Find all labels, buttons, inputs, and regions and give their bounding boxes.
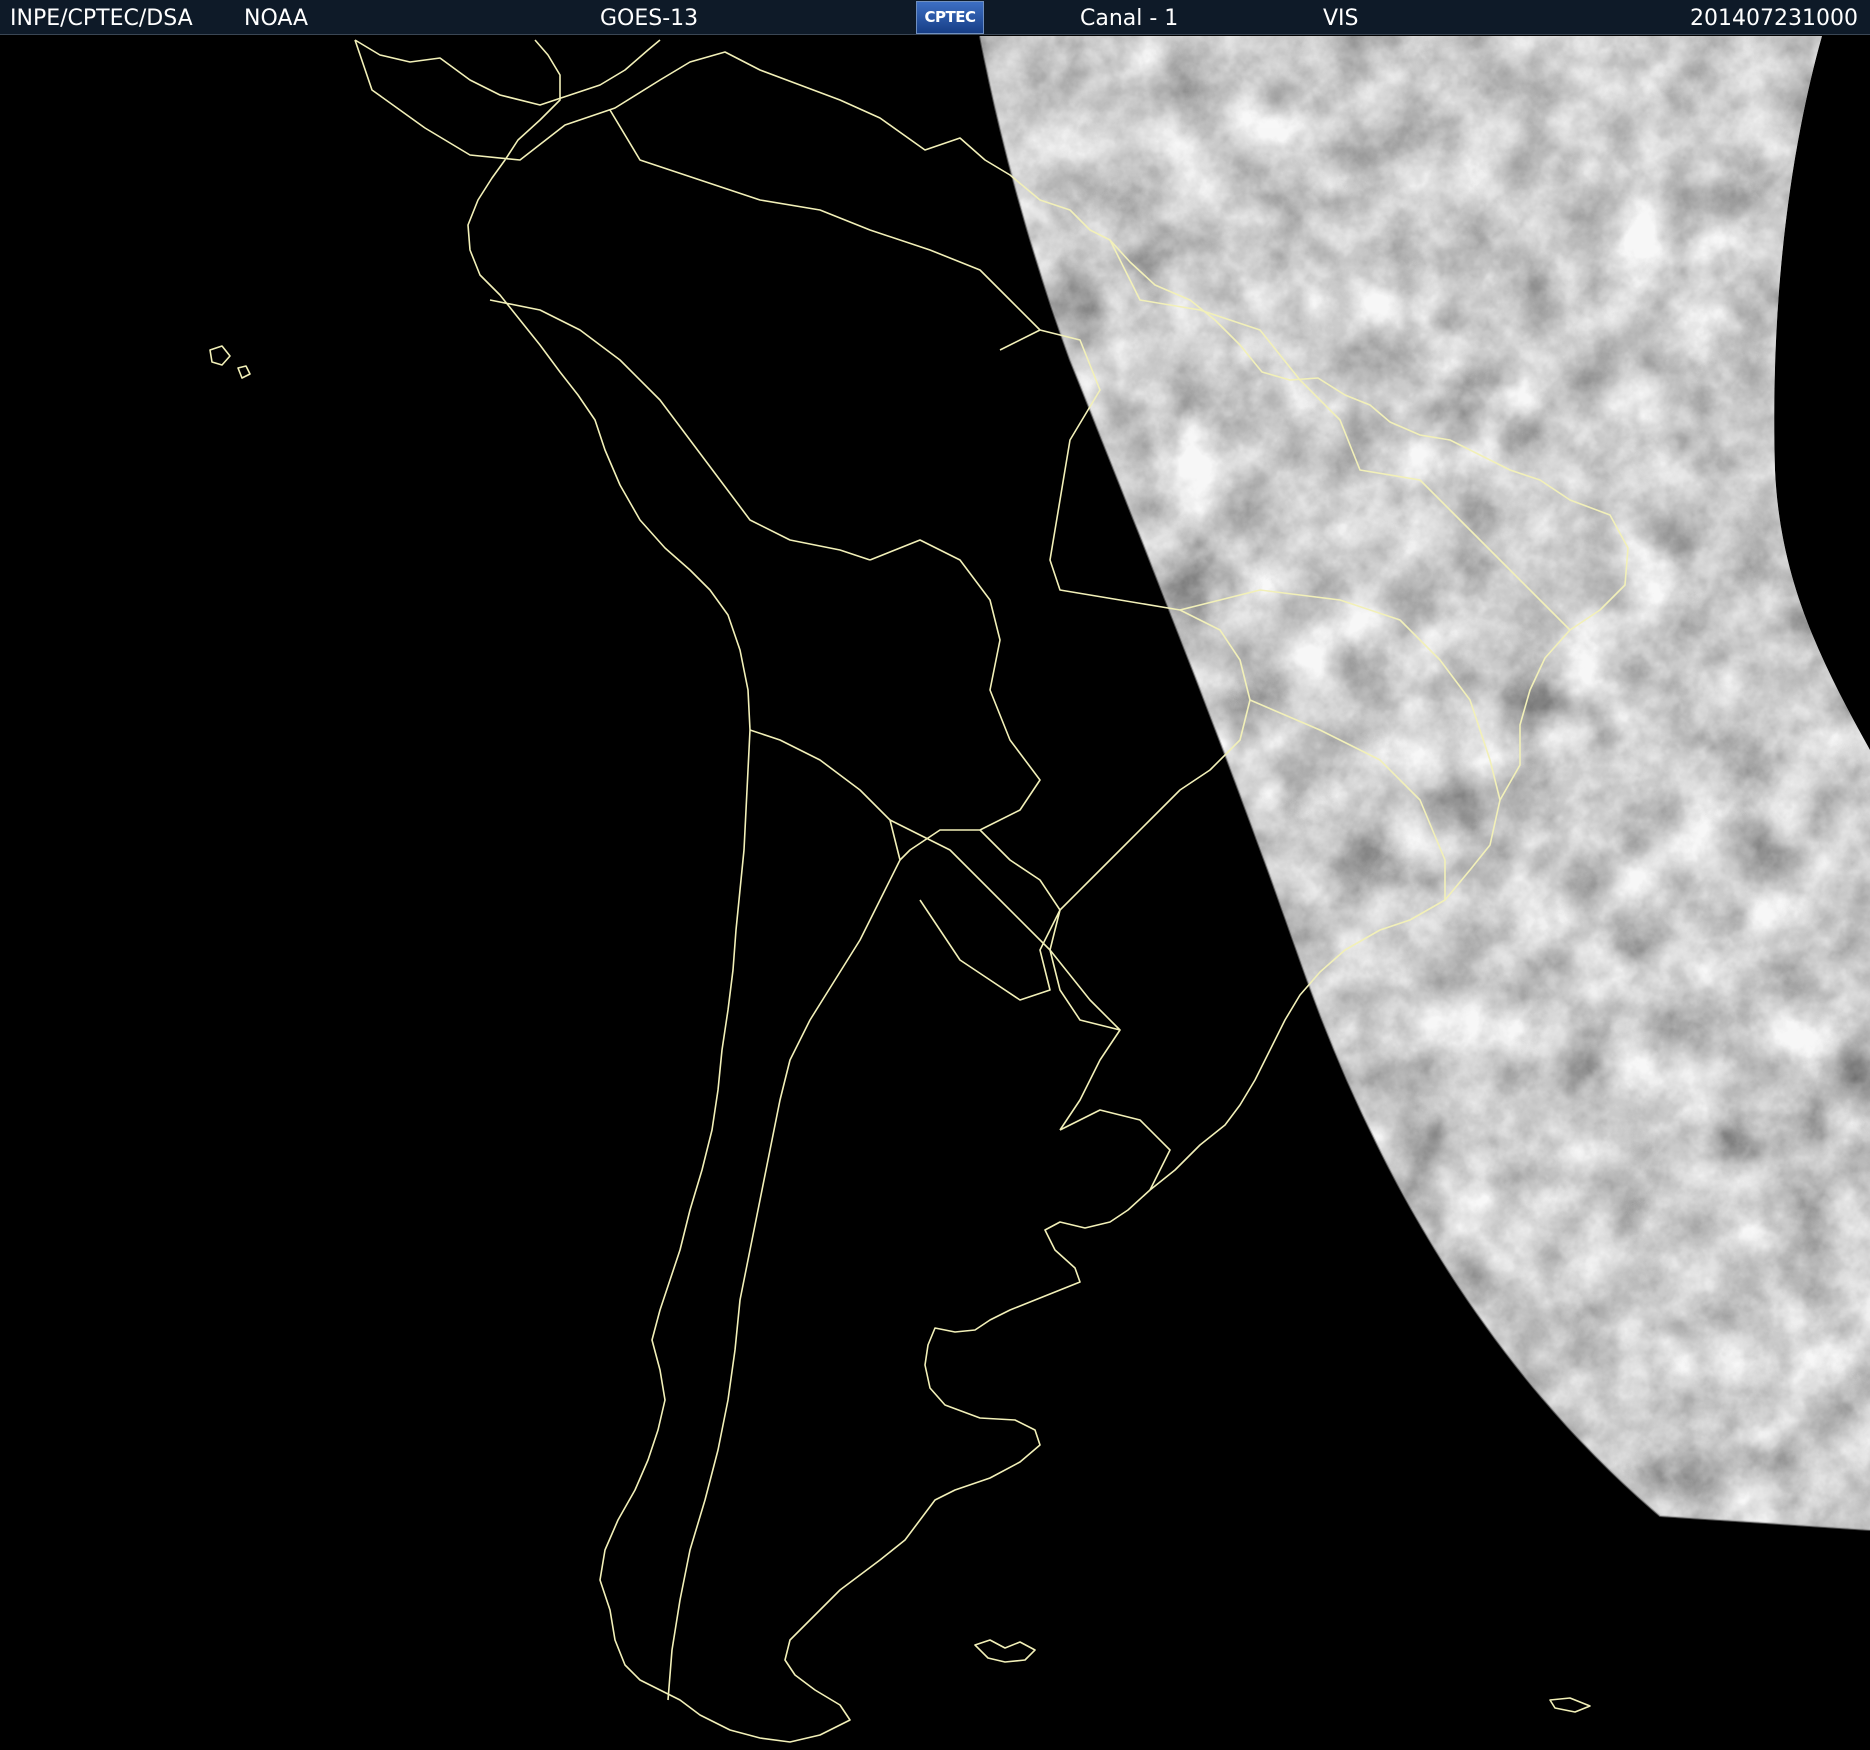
institution-label: INPE/CPTEC/DSA [10,6,193,31]
satellite-map [0,36,1870,1750]
channel-label: Canal - 1 [1080,6,1179,31]
agency-label: NOAA [244,6,309,31]
satellite-image-viewer: INPE/CPTEC/DSA NOAA GOES-13 CPTEC Canal … [0,0,1870,1750]
band-label: VIS [1323,6,1359,31]
image-header-bar: INPE/CPTEC/DSA NOAA GOES-13 CPTEC Canal … [0,0,1870,35]
cptec-logo: CPTEC [916,1,984,34]
satellite-label: GOES-13 [600,6,699,31]
timestamp-label: 201407231000 [1690,6,1858,31]
